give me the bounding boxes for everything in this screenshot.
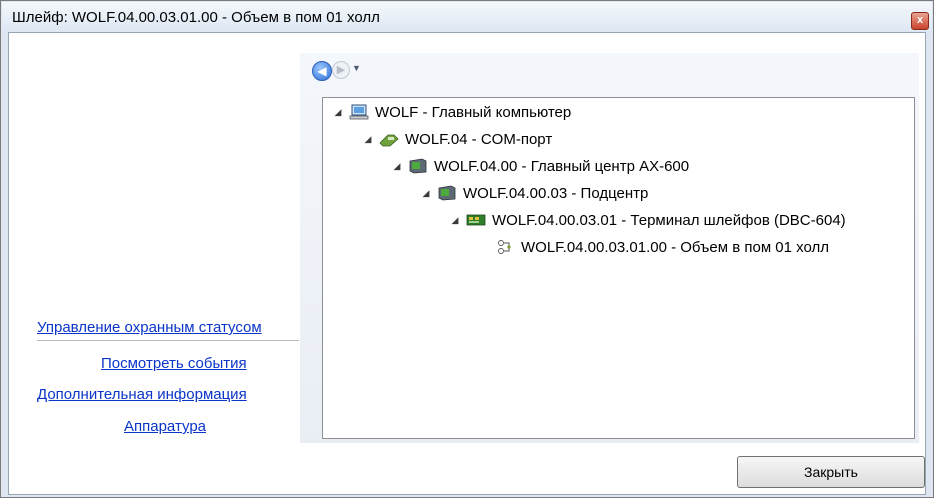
hardware-tree-panel: ◀ ▶ ▼ ◢ WOLF - Главный компьютер ◢ WOLF.… bbox=[300, 53, 919, 443]
loop-sensor-icon bbox=[495, 239, 515, 255]
dialog-content: Управление охранным статусом Посмотреть … bbox=[8, 32, 926, 495]
tree-node-label: WOLF.04.00.03.01.00 - Объем в пом 01 хол… bbox=[521, 238, 829, 256]
tree-node-label: WOLF - Главный компьютер bbox=[375, 103, 572, 121]
com-port-icon bbox=[379, 131, 399, 147]
close-window-icon[interactable]: x bbox=[911, 12, 929, 30]
back-arrow-icon[interactable]: ◀ bbox=[312, 61, 332, 81]
tree-node-com-port[interactable]: ◢ WOLF.04 - COM-порт bbox=[363, 129, 553, 149]
tree-node-label: WOLF.04.00.03 - Подцентр bbox=[463, 184, 649, 202]
forward-arrow-icon[interactable]: ▶ bbox=[332, 61, 350, 79]
hardware-tree[interactable]: ◢ WOLF - Главный компьютер ◢ WOLF.04 - C… bbox=[322, 97, 915, 439]
tree-node-label: WOLF.04 - COM-порт bbox=[405, 130, 553, 148]
expand-arrow-icon[interactable]: ◢ bbox=[333, 107, 343, 118]
expand-arrow-icon[interactable]: ◢ bbox=[363, 134, 373, 145]
title-bar[interactable]: Шлейф: WOLF.04.00.03.01.00 - Объем в пом… bbox=[2, 2, 932, 32]
tree-node-loop-terminal[interactable]: ◢ WOLF.04.00.03.01 - Терминал шлейфов (D… bbox=[450, 210, 846, 230]
hardware-link[interactable]: Аппаратура bbox=[124, 418, 206, 435]
history-dropdown-icon[interactable]: ▼ bbox=[352, 63, 361, 73]
tree-node-loop-zone[interactable]: WOLF.04.00.03.01.00 - Объем в пом 01 хол… bbox=[495, 237, 829, 257]
expand-arrow-icon[interactable]: ◢ bbox=[421, 188, 431, 199]
subcontroller-icon bbox=[437, 185, 457, 201]
expand-arrow-icon[interactable]: ◢ bbox=[450, 215, 460, 226]
terminal-board-icon bbox=[466, 212, 486, 228]
tree-node-main-center[interactable]: ◢ WOLF.04.00 - Главный центр AX-600 bbox=[392, 156, 690, 176]
controller-icon bbox=[408, 158, 428, 174]
manage-security-status-link[interactable]: Управление охранным статусом bbox=[37, 319, 262, 336]
tree-node-label: WOLF.04.00 - Главный центр AX-600 bbox=[434, 157, 690, 175]
tree-node-subcenter[interactable]: ◢ WOLF.04.00.03 - Подцентр bbox=[421, 183, 649, 203]
additional-info-link[interactable]: Дополнительная информация bbox=[37, 386, 247, 403]
window-title: Шлейф: WOLF.04.00.03.01.00 - Объем в пом… bbox=[12, 9, 380, 26]
actions-panel: Управление охранным статусом Посмотреть … bbox=[9, 33, 299, 494]
computer-icon bbox=[349, 104, 369, 120]
view-events-link[interactable]: Посмотреть события bbox=[101, 355, 247, 372]
close-button[interactable]: Закрыть bbox=[737, 456, 925, 488]
expand-arrow-icon[interactable]: ◢ bbox=[392, 161, 402, 172]
actions-divider bbox=[37, 340, 299, 341]
tree-node-main-computer[interactable]: ◢ WOLF - Главный компьютер bbox=[333, 102, 572, 122]
dialog-window: Шлейф: WOLF.04.00.03.01.00 - Объем в пом… bbox=[0, 0, 934, 498]
tree-node-label: WOLF.04.00.03.01 - Терминал шлейфов (DBC… bbox=[492, 211, 846, 229]
